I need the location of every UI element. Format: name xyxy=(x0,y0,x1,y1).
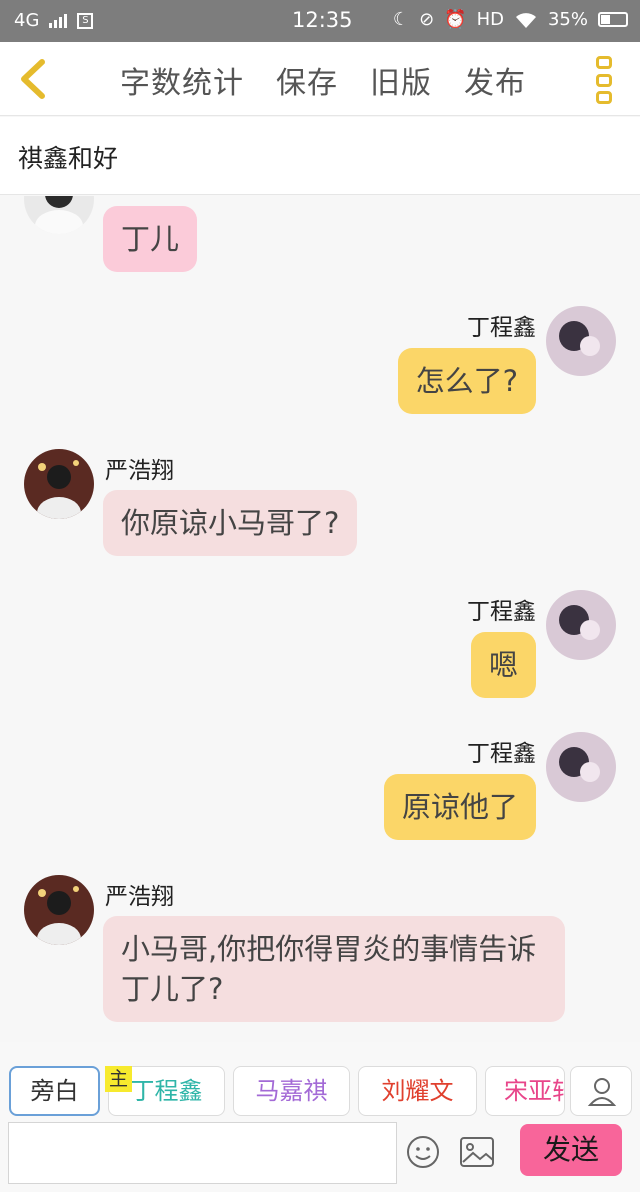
character-chip[interactable]: 刘耀文 xyxy=(358,1066,477,1116)
avatar[interactable] xyxy=(546,590,616,660)
speaker-name: 严浩翔 xyxy=(105,884,174,910)
network-label: 4G xyxy=(14,10,40,31)
chevron-left-icon[interactable] xyxy=(14,56,54,102)
chat-area[interactable]: 丁儿 丁程鑫 怎么了? 严浩翔 你原谅小马哥了? 丁程鑫 嗯 丁程鑫 原谅他了 … xyxy=(0,196,640,1042)
narration-chip[interactable]: 旁白 xyxy=(9,1066,100,1116)
emoji-icon[interactable] xyxy=(406,1135,440,1169)
battery-percent: 35% xyxy=(547,9,588,30)
top-toolbar: 字数统计 保存 旧版 发布 xyxy=(0,42,640,116)
input-bar: 发送 xyxy=(0,1118,640,1192)
more-icon[interactable] xyxy=(596,56,614,104)
mute-icon: ⊘ xyxy=(419,9,435,30)
message-bubble[interactable]: 丁儿 xyxy=(103,206,198,272)
image-icon[interactable] xyxy=(459,1136,495,1168)
status-bar: 4G S 12:35 ☾ ⊘ ⏰ HD 35% xyxy=(0,0,640,42)
battery-icon xyxy=(598,12,628,27)
story-title[interactable]: 祺鑫和好 xyxy=(18,139,118,175)
avatar[interactable] xyxy=(546,306,616,376)
avatar[interactable] xyxy=(24,449,94,519)
alarm-icon: ⏰ xyxy=(444,9,467,30)
signal-icon xyxy=(49,13,68,28)
speaker-name: 丁程鑫 xyxy=(467,741,536,767)
send-button[interactable]: 发送 xyxy=(520,1124,622,1176)
speaker-name: 丁程鑫 xyxy=(467,599,536,625)
speaker-name: 严浩翔 xyxy=(105,458,174,484)
character-selector: 旁白 丁程鑫 主 马嘉祺 刘耀文 宋亚轩 xyxy=(0,1042,640,1118)
message-bubble[interactable]: 原谅他了 xyxy=(383,774,536,840)
wifi-icon xyxy=(515,12,536,28)
word-count-button[interactable]: 字数统计 xyxy=(120,58,244,102)
old-version-button[interactable]: 旧版 xyxy=(370,58,432,102)
message-input[interactable] xyxy=(8,1122,397,1184)
character-chip[interactable]: 宋亚轩 xyxy=(485,1066,565,1116)
main-character-tag: 主 xyxy=(105,1066,132,1092)
avatar[interactable] xyxy=(546,732,616,802)
clock: 12:35 xyxy=(292,8,353,32)
user-icon[interactable] xyxy=(570,1066,632,1116)
character-chip[interactable]: 马嘉祺 xyxy=(233,1066,350,1116)
avatar[interactable] xyxy=(24,875,94,945)
publish-button[interactable]: 发布 xyxy=(464,58,526,102)
moon-icon: ☾ xyxy=(392,9,410,30)
sim-icon: S xyxy=(77,12,94,29)
message-bubble[interactable]: 你原谅小马哥了? xyxy=(103,490,358,556)
save-button[interactable]: 保存 xyxy=(276,58,338,102)
story-title-bar: 祺鑫和好 xyxy=(0,117,640,195)
message-bubble[interactable]: 嗯 xyxy=(470,632,536,698)
avatar[interactable] xyxy=(24,196,94,234)
hd-label: HD xyxy=(476,9,504,30)
speaker-name: 丁程鑫 xyxy=(467,315,536,341)
message-bubble[interactable]: 怎么了? xyxy=(397,348,536,414)
message-bubble[interactable]: 小马哥,你把你得胃炎的事情告诉丁儿了? xyxy=(103,916,565,1022)
